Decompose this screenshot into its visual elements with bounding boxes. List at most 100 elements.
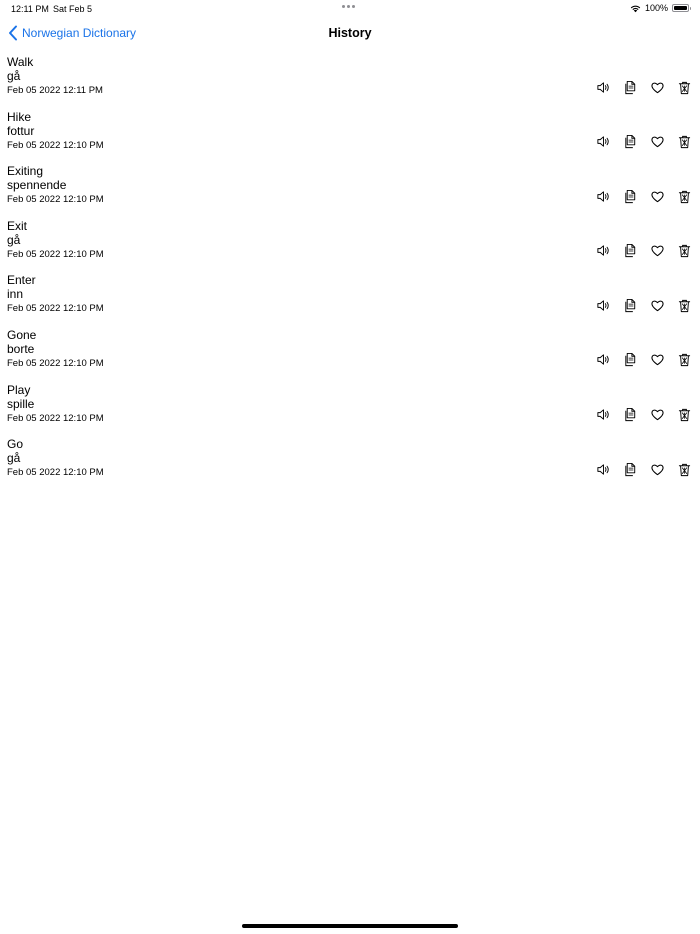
history-word: Exiting (7, 164, 44, 179)
copy-icon (623, 80, 638, 100)
favorite-button[interactable] (650, 300, 665, 315)
favorite-button[interactable] (650, 407, 665, 427)
heart-icon (650, 243, 665, 263)
favorite-button[interactable] (650, 464, 665, 479)
row-actions (596, 462, 692, 482)
history-translation: inn (7, 287, 24, 302)
history-row[interactable]: Play spille Feb 05 2022 12:10 PM (0, 381, 700, 436)
favorite-button[interactable] (650, 82, 665, 97)
history-timestamp: Feb 05 2022 12:10 PM (7, 139, 104, 151)
trash-icon (677, 134, 692, 154)
history-row[interactable]: Gone borte Feb 05 2022 12:10 PM (0, 326, 700, 381)
battery-icon (672, 4, 691, 12)
wifi-icon (630, 5, 641, 12)
history-timestamp: Feb 05 2022 12:10 PM (7, 467, 104, 479)
multitasking-dots-icon[interactable] (342, 5, 355, 8)
history-word: Go (7, 437, 24, 452)
row-actions (596, 352, 692, 372)
speaker-icon (596, 189, 611, 209)
copy-icon (623, 134, 638, 154)
battery-percent: 100% (644, 3, 668, 13)
delete-button[interactable] (677, 407, 692, 427)
history-timestamp: Feb 05 2022 12:10 PM (7, 412, 104, 424)
history-row[interactable]: Walk gå Feb 05 2022 12:11 PM (0, 53, 700, 108)
row-actions (596, 243, 692, 263)
history-row[interactable]: Enter inn Feb 05 2022 12:10 PM (0, 271, 700, 326)
history-list: Walk gå Feb 05 2022 12:11 PM Hike fottur Feb … (0, 53, 700, 490)
home-indicator[interactable] (242, 924, 458, 928)
history-translation: spennende (7, 178, 67, 193)
favorite-button[interactable] (650, 355, 665, 370)
history-timestamp: Feb 05 2022 12:10 PM (7, 194, 104, 206)
history-word: Gone (7, 327, 37, 342)
screen: 12:11 PM Sat Feb 5 100% Norwegian Dictio… (0, 0, 700, 934)
heart-icon (650, 80, 665, 100)
trash-icon (677, 189, 692, 209)
history-translation: gå (7, 232, 21, 247)
history-timestamp: Feb 05 2022 12:10 PM (7, 248, 104, 260)
speaker-icon (596, 243, 611, 263)
favorite-button[interactable] (650, 243, 665, 263)
copy-button[interactable] (623, 80, 638, 100)
row-actions (596, 80, 692, 100)
history-word: Exit (7, 218, 28, 233)
history-timestamp: Feb 05 2022 12:10 PM (7, 357, 104, 369)
copy-button[interactable] (623, 462, 638, 479)
delete-button[interactable] (677, 299, 692, 315)
navigation-bar: Norwegian Dictionary History (0, 22, 700, 46)
history-word: Enter (7, 273, 36, 288)
copy-button[interactable] (623, 298, 638, 318)
history-row[interactable]: Go gå Feb 05 2022 12:10 PM (0, 435, 700, 490)
delete-button[interactable] (677, 352, 692, 372)
speak-button[interactable] (596, 300, 611, 315)
copy-icon (623, 243, 638, 263)
trash-icon (677, 352, 692, 372)
speak-button[interactable] (596, 243, 611, 263)
delete-button[interactable] (677, 134, 692, 154)
favorite-button[interactable] (650, 134, 665, 154)
history-timestamp: Feb 05 2022 12:10 PM (7, 303, 104, 315)
heart-icon (650, 407, 665, 427)
speak-button[interactable] (596, 136, 611, 152)
speaker-icon (596, 80, 611, 100)
speaker-icon (596, 298, 611, 318)
speak-button[interactable] (596, 464, 611, 479)
history-row[interactable]: Hike fottur Feb 05 2022 12:10 PM (0, 108, 700, 163)
trash-icon (677, 462, 692, 482)
speak-button[interactable] (596, 191, 611, 206)
speaker-icon (596, 352, 611, 372)
delete-button[interactable] (677, 462, 692, 482)
copy-button[interactable] (623, 134, 638, 154)
copy-button[interactable] (623, 243, 638, 263)
speaker-icon (596, 462, 611, 482)
heart-icon (650, 134, 665, 154)
copy-icon (623, 189, 638, 209)
speak-button[interactable] (596, 352, 611, 372)
speak-button[interactable] (596, 409, 611, 425)
history-translation: gå (7, 69, 21, 83)
speak-button[interactable] (596, 80, 611, 100)
copy-button[interactable] (623, 407, 638, 427)
favorite-button[interactable] (650, 191, 665, 206)
copy-button[interactable] (623, 189, 638, 209)
copy-icon (623, 407, 638, 427)
heart-icon (650, 189, 665, 209)
copy-button[interactable] (623, 353, 638, 370)
copy-icon (623, 298, 638, 318)
history-word: Walk (7, 55, 34, 69)
trash-icon (677, 243, 692, 263)
trash-icon (677, 80, 692, 100)
history-word: Play (7, 382, 31, 397)
page-title: History (328, 26, 372, 40)
history-row[interactable]: Exiting spennende Feb 05 2022 12:10 PM (0, 162, 700, 217)
delete-button[interactable] (677, 80, 692, 100)
trash-icon (677, 407, 692, 427)
row-actions (596, 134, 692, 154)
history-timestamp: Feb 05 2022 12:11 PM (7, 85, 103, 96)
delete-button[interactable] (677, 189, 692, 209)
delete-button[interactable] (677, 243, 692, 263)
history-translation: gå (7, 451, 21, 466)
status-date: Sat Feb 5 (53, 4, 93, 14)
row-actions (596, 189, 692, 209)
history-row[interactable]: Exit gå Feb 05 2022 12:10 PM (0, 217, 700, 272)
